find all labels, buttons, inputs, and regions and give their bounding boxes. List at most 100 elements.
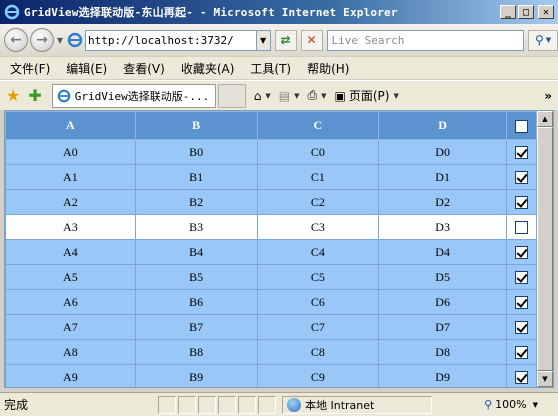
browser-tab[interactable]: GridView选择联动版-...	[51, 83, 216, 108]
status-slot	[238, 395, 256, 414]
status-text: 完成	[4, 398, 29, 412]
scroll-thumb[interactable]	[537, 127, 553, 371]
home-button[interactable]: ⌂ ▼	[254, 89, 271, 103]
window-titlebar: GridView选择联动版-东山再起- - Microsoft Internet…	[0, 0, 558, 24]
table-row[interactable]: A5 B5 C5 D5	[5, 264, 537, 290]
row-select-cell	[506, 164, 537, 190]
table-row[interactable]: A2 B2 C2 D2	[5, 189, 537, 215]
table-cell: B6	[134, 289, 258, 315]
table-cell: B8	[134, 339, 258, 365]
row-checkbox[interactable]	[515, 196, 528, 210]
table-row[interactable]: A3 B3 C3 D3	[5, 214, 537, 240]
refresh-icon: ⇄	[280, 33, 291, 47]
table-cell: D6	[378, 289, 508, 315]
close-icon: ✕	[306, 33, 317, 47]
refresh-button[interactable]: ⇄	[274, 29, 297, 51]
scroll-up-button[interactable]: ▲	[537, 111, 553, 127]
table-cell: B1	[134, 164, 258, 190]
row-checkbox[interactable]	[515, 221, 528, 235]
print-button[interactable]: ⎙ ▼	[308, 88, 327, 103]
zoom-control[interactable]: ⚲ 100% ▼	[484, 398, 538, 411]
address-dropdown-button[interactable]: ▼	[256, 29, 271, 51]
window-title: GridView选择联动版-东山再起- - Microsoft Internet…	[24, 6, 398, 19]
table-cell: A9	[5, 364, 136, 387]
row-checkbox[interactable]	[515, 171, 528, 185]
table-row[interactable]: A6 B6 C6 D6	[5, 289, 537, 315]
table-cell: D7	[378, 314, 508, 340]
table-cell: C3	[256, 214, 380, 240]
column-header-b: B	[134, 111, 258, 140]
status-bar: 完成 本地 Intranet ⚲ 100% ▼	[0, 392, 558, 416]
minimize-button[interactable]: _	[500, 5, 516, 19]
row-select-cell	[506, 189, 537, 215]
table-row[interactable]: A8 B8 C8 D8	[5, 339, 537, 365]
select-all-checkbox[interactable]	[515, 119, 528, 133]
table-cell: A7	[5, 314, 136, 340]
status-slot	[218, 395, 236, 414]
zoom-icon: ⚲	[484, 398, 493, 411]
grid-header-row: A B C D	[5, 111, 537, 140]
row-checkbox[interactable]	[515, 371, 528, 385]
menu-view[interactable]: 查看(V)	[117, 60, 171, 77]
stop-button[interactable]: ✕	[300, 29, 323, 51]
table-cell: D9	[378, 364, 508, 387]
vertical-scrollbar[interactable]: ▲ ▼	[537, 111, 553, 387]
table-cell: B0	[134, 139, 258, 165]
table-row[interactable]: A0 B0 C0 D0	[5, 139, 537, 165]
close-button[interactable]: ✕	[538, 5, 554, 19]
back-button[interactable]: ←	[4, 28, 28, 52]
row-checkbox[interactable]	[515, 296, 528, 310]
table-cell: C1	[256, 164, 380, 190]
menu-help[interactable]: 帮助(H)	[301, 60, 355, 77]
new-tab-button[interactable]	[217, 83, 246, 108]
status-slot	[258, 395, 276, 414]
table-row[interactable]: A7 B7 C7 D7	[5, 314, 537, 340]
table-cell: D3	[378, 214, 508, 240]
table-cell: A5	[5, 264, 136, 290]
row-select-cell	[506, 314, 537, 340]
table-row[interactable]: A4 B4 C4 D4	[5, 239, 537, 265]
menu-tools[interactable]: 工具(T)	[244, 60, 297, 77]
menu-favorites[interactable]: 收藏夹(A)	[175, 60, 241, 77]
row-checkbox[interactable]	[515, 321, 528, 335]
forward-button[interactable]: →	[29, 28, 54, 52]
table-cell: B4	[134, 239, 258, 265]
table-cell: C7	[256, 314, 380, 340]
favorites-star-icon[interactable]: ★	[6, 86, 20, 105]
favorites-bar: ★ ✚ GridView选择联动版-... ⌂ ▼ ▤ ▼ ⎙ ▼ ▣ 页面(P) ▼ »	[0, 80, 558, 110]
page-menu-button[interactable]: ▣ 页面(P) ▼	[335, 87, 399, 104]
table-cell: A0	[5, 139, 136, 165]
address-toolbar: ← → ▼ http://localhost:3732/ ▼ ⇄ ✕ Live …	[0, 24, 558, 56]
menu-bar: 文件(F) 编辑(E) 查看(V) 收藏夹(A) 工具(T) 帮助(H)	[0, 57, 558, 79]
table-cell: A8	[5, 339, 136, 365]
chevron-right-icon[interactable]: »	[544, 89, 552, 103]
row-select-cell	[506, 364, 537, 387]
table-cell: D4	[378, 239, 508, 265]
column-header-c: C	[256, 111, 380, 140]
add-favorite-icon[interactable]: ✚	[28, 86, 41, 105]
table-cell: C6	[256, 289, 380, 315]
history-dropdown-icon[interactable]: ▼	[57, 36, 63, 45]
status-slot	[198, 395, 216, 414]
menu-edit[interactable]: 编辑(E)	[60, 60, 113, 77]
row-checkbox[interactable]	[515, 271, 528, 285]
table-row[interactable]: A1 B1 C1 D1	[5, 164, 537, 190]
search-input[interactable]: Live Search	[326, 29, 525, 51]
search-button[interactable]: ⚲ ▼	[528, 29, 558, 51]
address-input[interactable]: http://localhost:3732/	[85, 29, 257, 51]
column-header-select	[506, 111, 537, 140]
maximize-button[interactable]: □	[518, 5, 534, 19]
scroll-down-button[interactable]: ▼	[537, 371, 553, 387]
ie-logo-icon	[4, 4, 20, 20]
table-row[interactable]: A9 B9 C9 D9	[5, 364, 537, 387]
row-checkbox[interactable]	[515, 146, 528, 160]
feeds-button[interactable]: ▤ ▼	[279, 89, 300, 103]
table-cell: A2	[5, 189, 136, 215]
table-cell: D1	[378, 164, 508, 190]
rss-icon: ▤	[278, 88, 291, 103]
row-checkbox[interactable]	[515, 246, 528, 260]
security-zone[interactable]: 本地 Intranet	[282, 395, 432, 414]
menu-file[interactable]: 文件(F)	[4, 60, 56, 77]
row-checkbox[interactable]	[515, 346, 528, 360]
ie-logo-icon	[57, 89, 71, 102]
